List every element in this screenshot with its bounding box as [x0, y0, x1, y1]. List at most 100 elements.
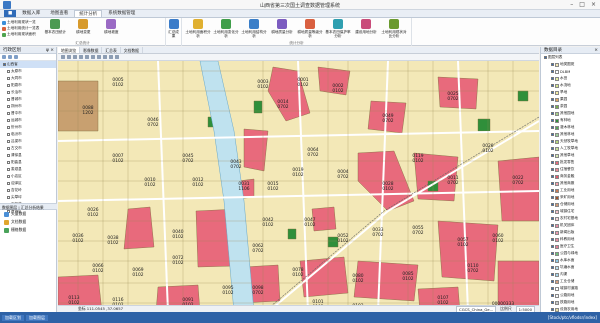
tab-documents[interactable]: 文档数据	[121, 47, 143, 53]
checkbox[interactable]	[551, 273, 554, 276]
tree-item[interactable]: 杏花岭	[0, 187, 56, 194]
legend-item[interactable]: 水田	[541, 75, 600, 82]
layer-raster[interactable]: 栅格数据	[0, 226, 57, 234]
legend-item[interactable]: 批发零售	[541, 159, 600, 166]
checkbox[interactable]	[551, 217, 554, 220]
tab-data-import[interactable]: 数据入库	[18, 10, 45, 17]
zoom-out-icon[interactable]	[67, 55, 71, 59]
checkbox[interactable]	[7, 98, 10, 101]
checkbox[interactable]	[551, 140, 554, 143]
legend-item[interactable]: 采矿用地	[541, 194, 600, 201]
legend-item[interactable]: 坑塘水面	[541, 264, 600, 271]
small-button-landuse-overview[interactable]: 土地利用现状一览	[2, 20, 39, 25]
tab-system-data[interactable]: 系统数据管理	[104, 10, 140, 17]
tree-item[interactable]: 古交市	[0, 145, 56, 152]
parcel-map[interactable]: 008812020001010200030102 0002010200250702…	[58, 61, 539, 312]
checkbox[interactable]	[551, 301, 554, 304]
tree-item[interactable]: 忻州市	[0, 124, 56, 131]
legend-item[interactable]: 城镇村道路	[541, 285, 600, 292]
legend-item[interactable]: 科教用地	[541, 236, 600, 243]
checkbox[interactable]	[544, 56, 547, 59]
export-icon[interactable]	[115, 55, 119, 59]
tab-map-browse[interactable]: 地图浏览	[58, 47, 81, 53]
legend-item[interactable]: 工业仓储	[541, 278, 600, 285]
legend-item[interactable]: 住宿餐饮	[541, 166, 600, 173]
legend-item[interactable]: 茶园	[541, 103, 600, 110]
legend-item[interactable]: 灌木林地	[541, 124, 600, 131]
tree-root[interactable]: 山西省	[0, 61, 56, 68]
collapse-icon[interactable]	[8, 55, 12, 59]
checkbox[interactable]	[551, 182, 554, 185]
close-icon[interactable]: ×	[591, 1, 596, 8]
summary-results-button[interactable]: 汇总成果	[168, 19, 179, 46]
checkbox[interactable]	[7, 77, 10, 80]
checkbox[interactable]	[551, 203, 554, 206]
checkbox[interactable]	[7, 133, 10, 136]
checkbox[interactable]	[551, 70, 554, 73]
maximize-icon[interactable]: □	[579, 1, 585, 8]
checkbox[interactable]	[7, 189, 10, 192]
checkbox[interactable]	[551, 294, 554, 297]
checkbox[interactable]	[551, 210, 554, 213]
legend-item[interactable]: 工业用地	[541, 187, 600, 194]
checkbox[interactable]	[551, 98, 554, 101]
legend-item[interactable]: 有林地	[541, 117, 600, 124]
checkbox[interactable]	[551, 168, 554, 171]
legend-item[interactable]: 果园	[541, 96, 600, 103]
legend-item[interactable]: 新闻出版	[541, 229, 600, 236]
legend-item[interactable]: 天然牧草地	[541, 138, 600, 145]
checkbox[interactable]	[551, 189, 554, 192]
checkbox[interactable]	[551, 238, 554, 241]
legend-item[interactable]: 仓储用地	[541, 201, 600, 208]
checkbox[interactable]	[551, 245, 554, 248]
tree-item[interactable]: 小店区	[0, 173, 56, 180]
tab-statistics[interactable]: 统计分析	[74, 10, 103, 17]
tree-item[interactable]: 吕梁市	[0, 138, 56, 145]
checkbox[interactable]	[7, 140, 10, 143]
checkbox[interactable]	[551, 266, 554, 269]
legend-item[interactable]: 沟渠	[541, 271, 600, 278]
checkbox[interactable]	[7, 196, 10, 199]
layer-vector[interactable]: 矢量数据	[0, 210, 57, 218]
legend-item[interactable]: 其他商服	[541, 180, 600, 187]
tab-summary-table[interactable]: 汇总表	[102, 47, 121, 53]
checkbox[interactable]	[551, 112, 554, 115]
tab-imagery[interactable]: 影像数据	[80, 47, 103, 53]
legend-item[interactable]: 农村宅基地	[541, 215, 600, 222]
checkbox[interactable]	[3, 63, 6, 66]
legend-item[interactable]: 商务金融	[541, 173, 600, 180]
checkbox[interactable]	[7, 182, 10, 185]
checkbox[interactable]	[551, 287, 554, 290]
checkbox[interactable]	[7, 105, 10, 108]
clear-icon[interactable]	[103, 55, 107, 59]
tab-map-view[interactable]: 地图查看	[46, 10, 73, 17]
pan-icon[interactable]	[73, 55, 77, 59]
checkbox[interactable]	[7, 70, 10, 73]
legend-item[interactable]: 其他草地	[541, 152, 600, 159]
tree-item[interactable]: 尖草坪	[0, 194, 56, 201]
legend-item[interactable]: 公路用地	[541, 292, 600, 299]
zoom-in-icon[interactable]	[61, 55, 65, 59]
checkbox[interactable]	[7, 175, 10, 178]
tree-item[interactable]: 运城市	[0, 117, 56, 124]
legend-item[interactable]: DLBM	[541, 68, 600, 75]
legend-item[interactable]: 人工牧草地	[541, 145, 600, 152]
legend-item[interactable]: 其他林地	[541, 131, 600, 138]
checkbox[interactable]	[551, 308, 554, 311]
tab-load-region[interactable]: 加载区划	[2, 315, 24, 321]
print-icon[interactable]	[109, 55, 113, 59]
checkbox[interactable]	[551, 252, 554, 255]
tree-item[interactable]: 清徐县	[0, 152, 56, 159]
checkbox[interactable]	[551, 196, 554, 199]
checkbox[interactable]	[7, 84, 10, 87]
tree-item[interactable]: 娄烦县	[0, 166, 56, 173]
legend-item[interactable]: 医疗卫生	[541, 243, 600, 250]
tree-item[interactable]: 阳曲县	[0, 159, 56, 166]
checkbox[interactable]	[551, 133, 554, 136]
legend-item[interactable]: 水库水面	[541, 257, 600, 264]
legend-item[interactable]: 公园与绿地	[541, 250, 600, 257]
checkbox[interactable]	[551, 77, 554, 80]
checkbox[interactable]	[7, 168, 10, 171]
full-extent-icon[interactable]	[79, 55, 83, 59]
checkbox[interactable]	[551, 147, 554, 150]
